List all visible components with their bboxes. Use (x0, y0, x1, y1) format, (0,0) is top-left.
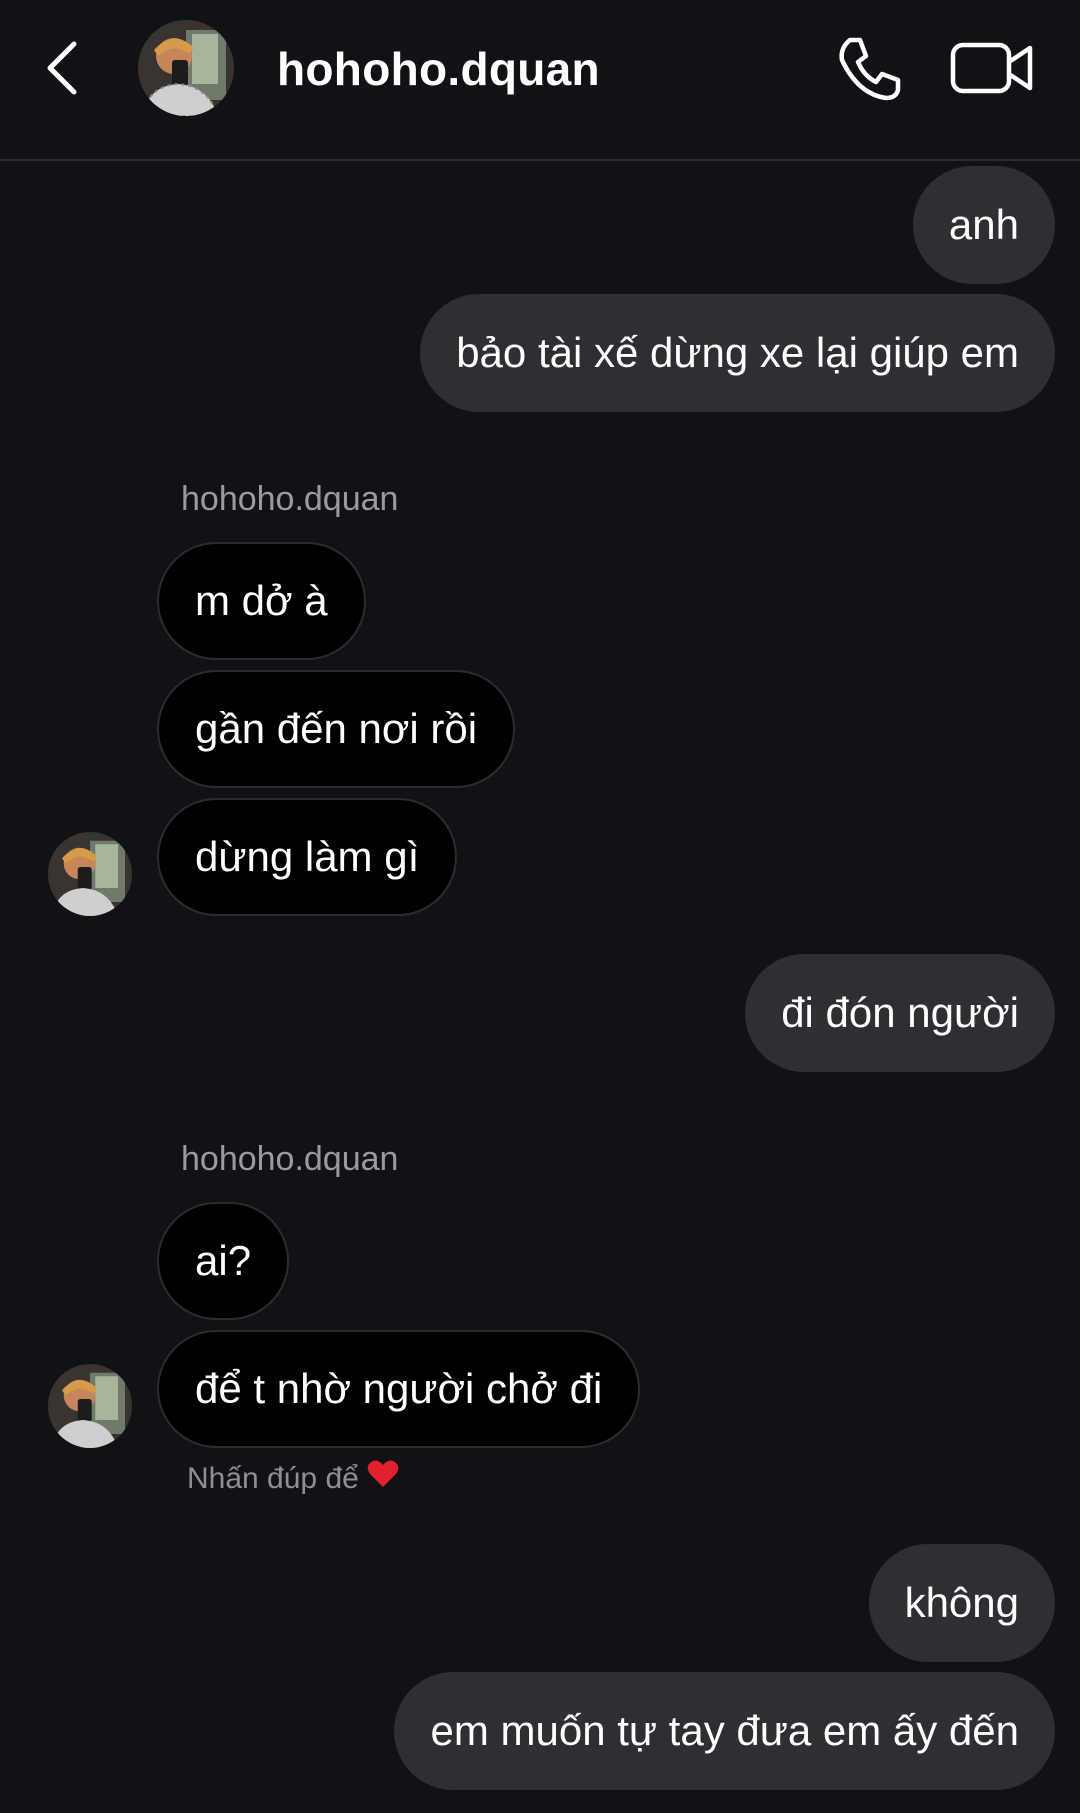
sender-avatar[interactable] (48, 832, 132, 916)
sender-name: hohoho.dquan (181, 480, 399, 518)
message-outgoing[interactable]: không (868, 1544, 1055, 1662)
chevron-left-icon (47, 41, 77, 95)
hint-text: Nhấn đúp để (187, 1462, 359, 1495)
message-incoming[interactable]: để t nhờ người chở đi (157, 1330, 641, 1448)
contact-avatar[interactable] (138, 20, 234, 116)
message-incoming[interactable]: dừng làm gì (157, 798, 458, 916)
sender-name: hohoho.dquan (181, 1140, 399, 1178)
message-outgoing[interactable]: anh (912, 166, 1055, 284)
contact-username[interactable]: hohoho.dquan (277, 36, 600, 102)
phone-icon (839, 37, 901, 101)
message-incoming[interactable]: ai? (157, 1202, 290, 1320)
heart-icon (367, 1458, 399, 1502)
message-incoming[interactable]: m dở à (157, 542, 366, 660)
message-incoming[interactable]: gần đến nơi rồi (157, 670, 516, 788)
message-outgoing[interactable]: em muốn tự tay đưa em ấy đến (394, 1672, 1055, 1790)
video-camera-icon (950, 42, 1033, 94)
voice-call-button[interactable] (834, 34, 904, 104)
message-outgoing[interactable]: bảo tài xế dừng xe lại giúp em (420, 294, 1055, 412)
double-tap-hint: Nhấn đúp để (187, 1457, 399, 1502)
video-call-button[interactable] (950, 40, 1034, 96)
chat-header: hohoho.dquan (0, 0, 1080, 161)
back-button[interactable] (40, 38, 90, 98)
sender-avatar[interactable] (48, 1364, 132, 1448)
message-outgoing[interactable]: đi đón người (745, 954, 1055, 1072)
